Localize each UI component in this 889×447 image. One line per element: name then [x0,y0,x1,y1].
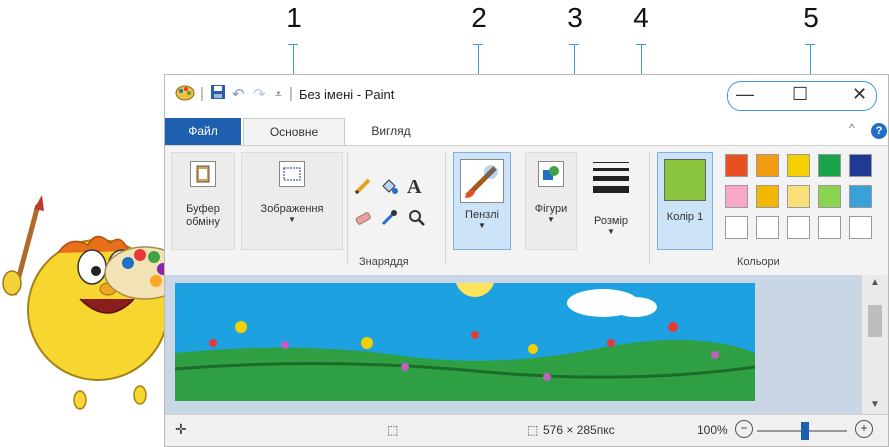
color1-label: Колір 1 [666,211,704,223]
callout-number-3: 3 [567,2,583,33]
canvas-size-text: 576 × 285пкс [543,423,615,437]
shapes-icon [538,161,564,187]
eraser-icon[interactable] [353,208,373,231]
magnifier-icon[interactable] [407,208,427,231]
selection-size-icon: ⬚ [387,423,399,437]
line-size-icon [593,162,629,193]
vertical-scrollbar[interactable]: ▲ ▼ [861,275,888,417]
mascot-illustration [2,195,175,410]
tab-home[interactable]: Основне [243,118,345,146]
redo-icon[interactable]: ↷ [253,85,266,103]
separator-icon: | [289,85,293,102]
dropdown-arrow-icon: ▼ [607,227,615,236]
paint-app-icon[interactable] [175,83,195,105]
group-separator [649,152,650,264]
canvas-area [165,275,888,417]
ribbon: Буфер обміну Зображення ▼ A Знаряддя Пен… [165,145,888,277]
color1-swatch [664,159,706,201]
ribbon-tabs: Файл Основне Вигляд ^ ? [165,115,888,146]
size-label: Розмір [593,215,628,227]
canvas-size-icon: ⬚ [527,423,539,437]
zoom-slider-thumb[interactable] [801,422,809,440]
cursor-position-icon: ✛ [175,421,187,437]
group-separator [445,152,446,264]
palette-swatch[interactable] [849,185,872,208]
clipboard-button[interactable]: Буфер обміну [171,152,235,250]
title-bar: | ↶ ↷ ⩡ | Без імені - Paint — ☐ ✕ [165,75,888,115]
separator-icon: | [200,85,204,102]
palette-swatch[interactable] [787,216,810,239]
image-select-icon [279,161,305,187]
window-title: Без імені - Paint [299,87,395,102]
dropdown-arrow-icon: ▼ [478,221,486,230]
brushes-label: Пензлі [465,209,499,221]
collapse-ribbon-icon[interactable]: ^ [849,121,855,135]
palette-swatch[interactable] [849,154,872,177]
clipboard-label: Буфер обміну [186,203,220,228]
palette-swatch[interactable] [756,154,779,177]
maximize-button[interactable]: ☐ [792,84,808,105]
scroll-up-icon[interactable]: ▲ [870,277,880,288]
color-palette [721,152,881,252]
zoom-in-button[interactable]: + [855,420,873,438]
palette-swatch[interactable] [756,185,779,208]
callout-number-5: 5 [803,2,819,33]
palette-swatch[interactable] [818,185,841,208]
scroll-thumb[interactable] [868,305,882,337]
palette-swatch[interactable] [756,216,779,239]
save-icon[interactable] [210,84,226,104]
palette-swatch[interactable] [725,154,748,177]
paint-window: | ↶ ↷ ⩡ | Без імені - Paint — ☐ ✕ Файл О… [164,74,889,447]
customize-toolbar-icon[interactable]: ⩡ [275,87,282,102]
brush-icon [460,159,504,203]
shapes-button[interactable]: Фігури ▼ [525,152,577,250]
status-bar: ✛ ⬚ ⬚ 576 × 285пкс 100% − + [165,414,888,446]
tab-view[interactable]: Вигляд [351,118,431,145]
window-controls: — ☐ ✕ [727,81,877,111]
brushes-button[interactable]: Пензлі ▼ [453,152,511,250]
zoom-level: 100% [697,423,728,437]
callout-number-1: 1 [286,2,302,33]
scroll-down-icon[interactable]: ▼ [870,399,880,410]
image-label: Зображення [260,203,324,215]
palette-swatch[interactable] [787,185,810,208]
help-icon[interactable]: ? [871,123,887,139]
shapes-label: Фігури [534,203,568,215]
fill-icon[interactable] [379,176,399,199]
palette-swatch[interactable] [787,154,810,177]
tab-file[interactable]: Файл [165,118,241,145]
dropdown-arrow-icon: ▼ [547,215,555,224]
clipboard-icon [190,161,216,187]
callout-number-4: 4 [633,2,649,33]
palette-swatch[interactable] [818,154,841,177]
undo-icon[interactable]: ↶ [232,85,245,103]
colors-group-label: Кольори [737,256,780,268]
minimize-button[interactable]: — [736,84,754,105]
tools-group-label: Знаряддя [359,256,409,268]
palette-swatch[interactable] [818,216,841,239]
close-button[interactable]: ✕ [852,84,867,105]
palette-swatch[interactable] [725,185,748,208]
group-separator [347,152,348,264]
color-picker-icon[interactable] [379,208,399,231]
image-button[interactable]: Зображення ▼ [241,152,343,250]
callout-number-2: 2 [471,2,487,33]
palette-swatch[interactable] [849,216,872,239]
size-button[interactable]: Розмір ▼ [585,152,637,248]
dropdown-arrow-icon: ▼ [288,215,296,224]
zoom-out-button[interactable]: − [735,420,753,438]
pencil-icon[interactable] [353,176,373,199]
drawing-canvas[interactable] [175,283,755,401]
palette-swatch[interactable] [725,216,748,239]
text-tool-icon[interactable]: A [407,176,421,199]
color1-button[interactable]: Колір 1 [657,152,713,250]
